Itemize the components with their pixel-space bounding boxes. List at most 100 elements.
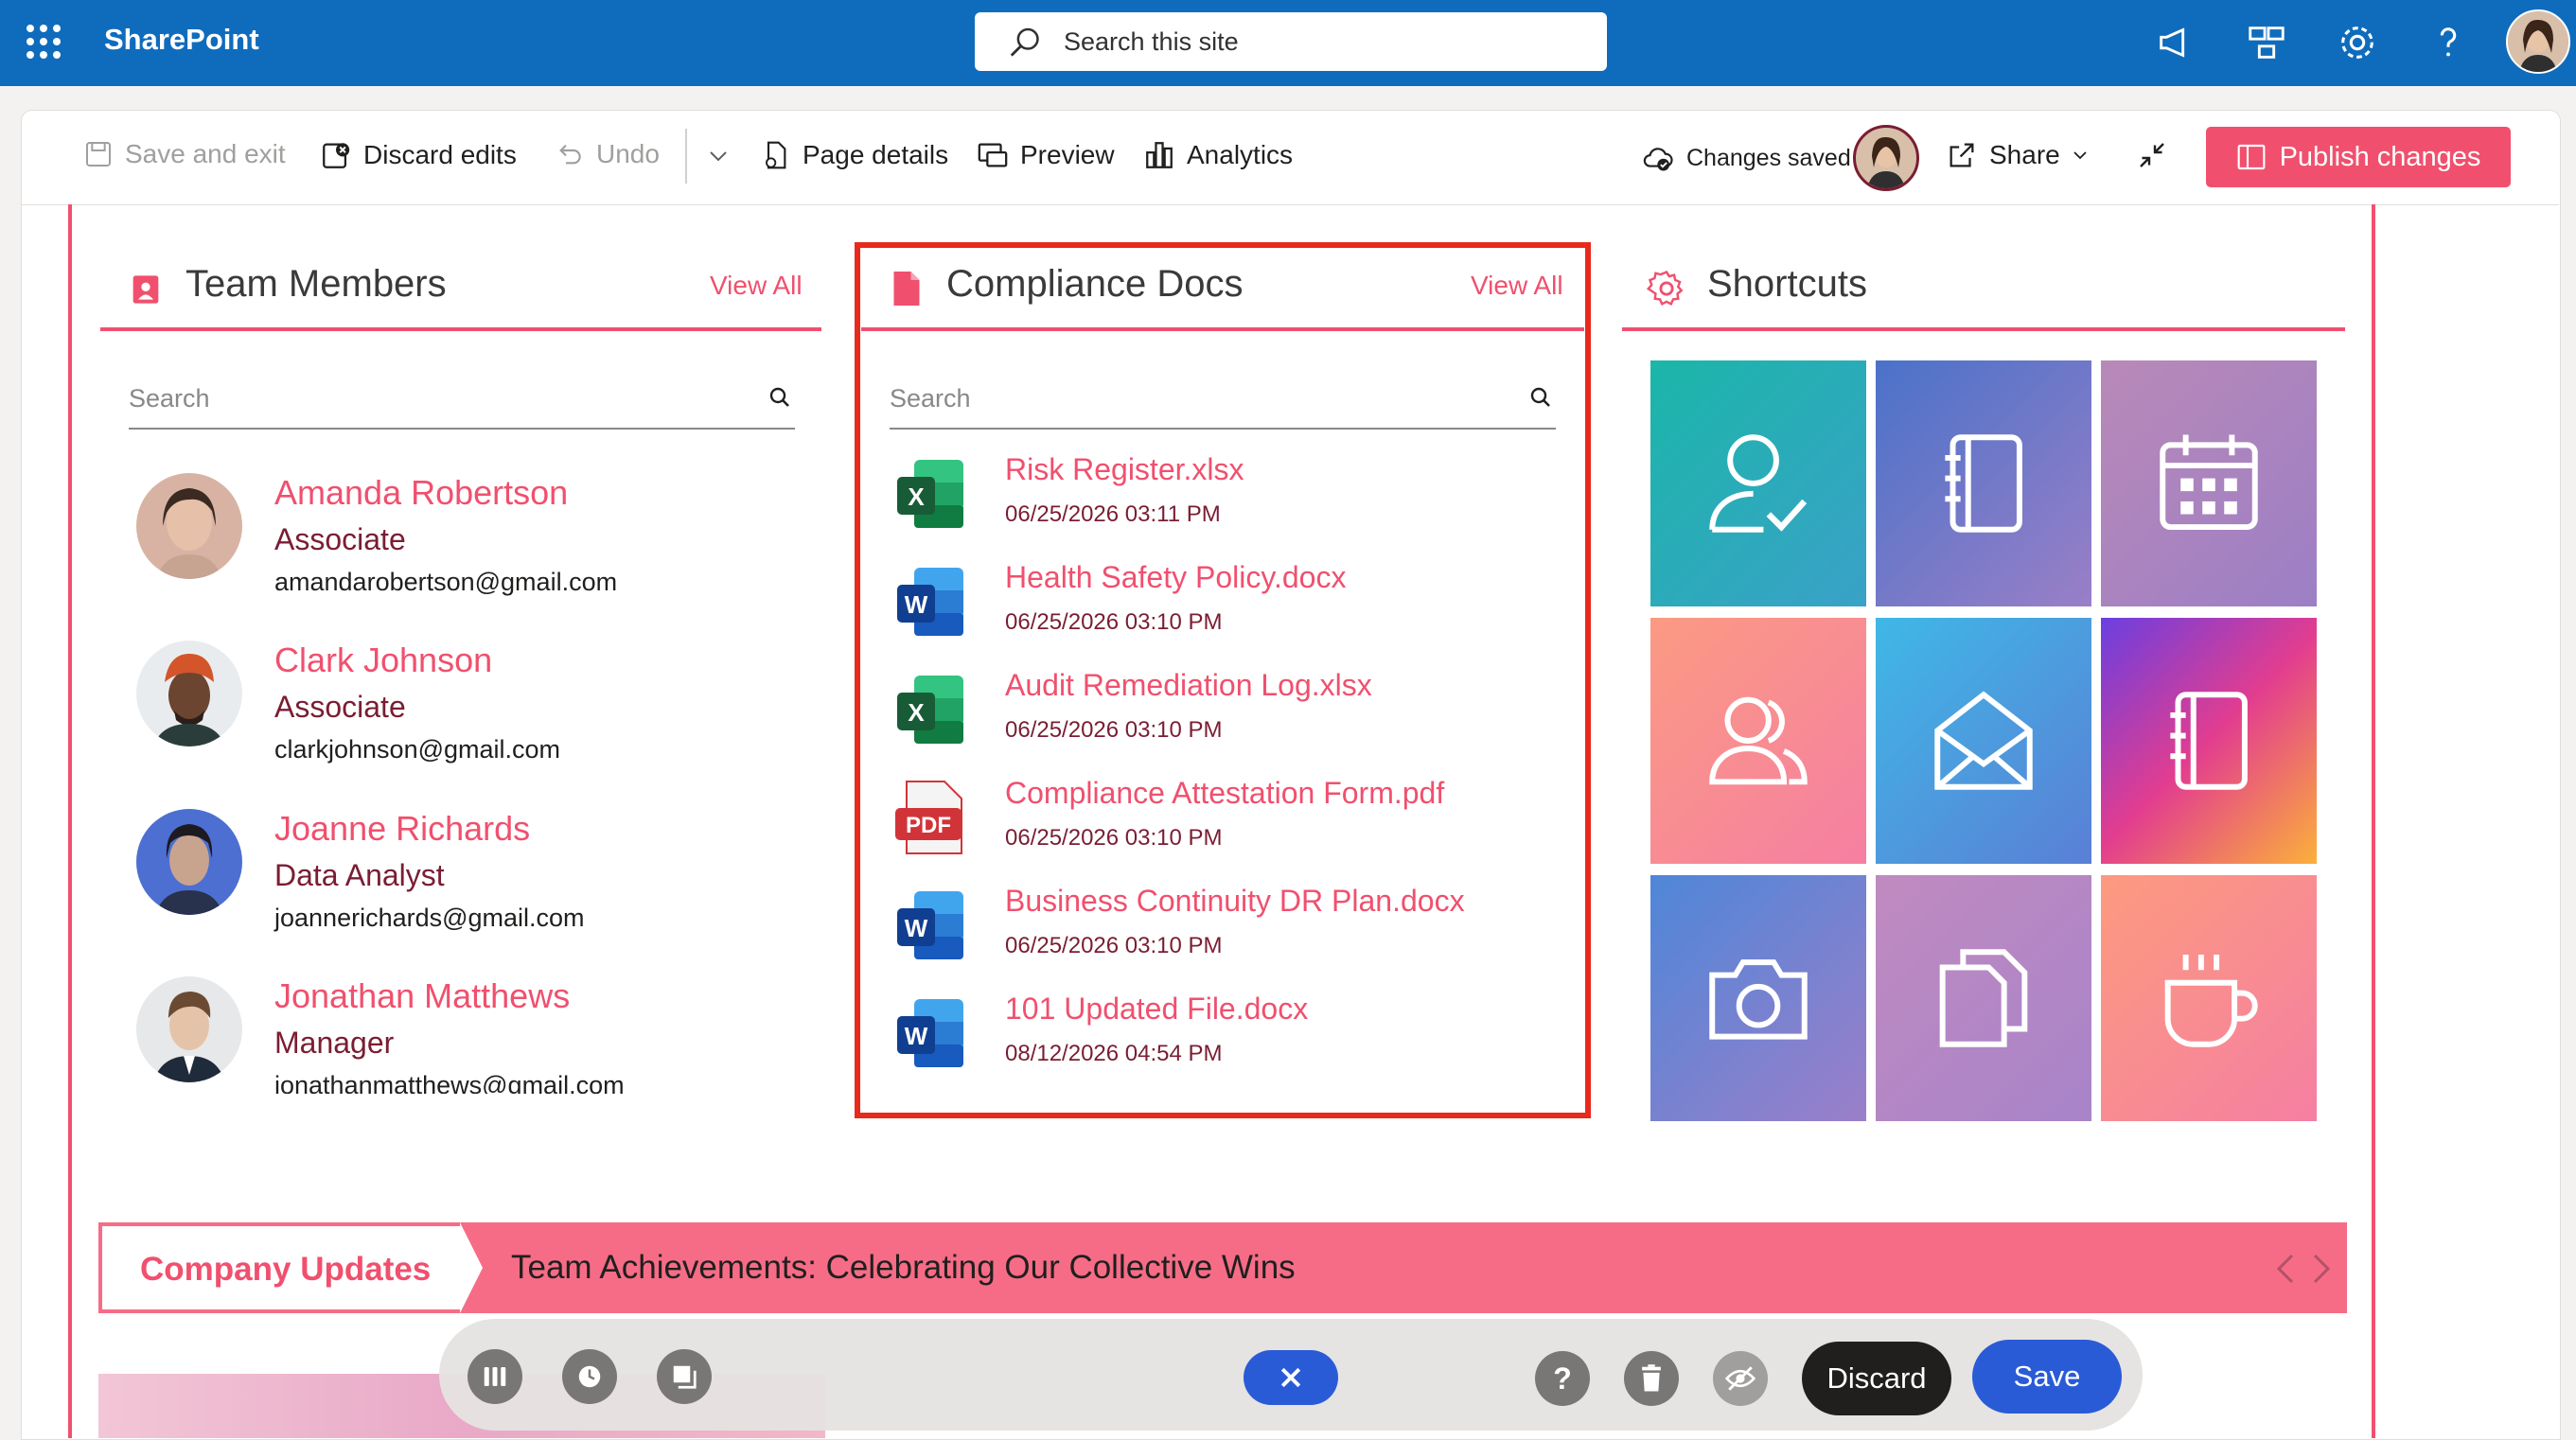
svg-text:W: W xyxy=(905,590,928,619)
document-date: 06/25/2026 03:10 PM xyxy=(1005,717,1223,743)
team-member-card[interactable]: Joanne Richards Data Analyst joannericha… xyxy=(132,809,806,970)
shortcut-tile-coffee[interactable] xyxy=(2101,875,2317,1121)
company-updates-label: Company Updates xyxy=(140,1251,432,1288)
camera-icon xyxy=(1709,959,1808,1040)
excel-file-icon: X xyxy=(897,676,963,744)
team-search-underline xyxy=(129,428,795,430)
shortcut-tile-camera[interactable] xyxy=(1650,875,1866,1121)
analytics-button[interactable]: Analytics xyxy=(1143,139,1293,171)
document-item[interactable]: X Risk Register.xlsx 06/25/2026 03:11 PM xyxy=(893,452,1556,564)
changes-saved-label: Changes saved xyxy=(1686,144,1851,171)
member-photo xyxy=(136,809,242,915)
mail-icon xyxy=(1934,691,2033,790)
help-icon[interactable] xyxy=(2426,21,2470,64)
shortcuts-title: Shortcuts xyxy=(1707,263,1867,305)
discard-button[interactable]: Discard xyxy=(1802,1342,1951,1415)
site-search-box[interactable]: Search this site xyxy=(975,12,1607,71)
layers-button[interactable] xyxy=(657,1349,712,1404)
member-photo xyxy=(136,473,242,579)
hide-button[interactable] xyxy=(1713,1351,1768,1406)
team-member-card[interactable]: Jonathan Matthews Manager jonathanmatthe… xyxy=(132,976,806,1094)
collapse-icon[interactable] xyxy=(2135,138,2169,172)
document-item[interactable]: W Health Safety Policy.docx 06/25/2026 0… xyxy=(893,560,1556,672)
save-button[interactable]: Save xyxy=(1972,1340,2122,1414)
shortcut-tile-users[interactable] xyxy=(1650,618,1866,864)
undo-button[interactable]: Undo xyxy=(555,139,660,169)
editor-avatar[interactable] xyxy=(1853,125,1919,191)
document-name[interactable]: Risk Register.xlsx xyxy=(1005,452,1244,487)
document-name[interactable]: Compliance Attestation Form.pdf xyxy=(1005,776,1444,811)
history-button[interactable] xyxy=(562,1349,617,1404)
app-brand[interactable]: SharePoint xyxy=(104,23,259,57)
document-date: 06/25/2026 03:11 PM xyxy=(1005,501,1221,527)
close-icon xyxy=(1280,1367,1301,1388)
discard-edits-button[interactable]: Discard edits xyxy=(320,139,517,171)
toolbar-help-button[interactable]: ? xyxy=(1535,1351,1590,1406)
document-item[interactable]: PDF Compliance Attestation Form.pdf 06/2… xyxy=(893,776,1556,887)
team-members-underline xyxy=(100,327,821,331)
document-name[interactable]: Health Safety Policy.docx xyxy=(1005,560,1346,595)
delete-button[interactable] xyxy=(1624,1351,1679,1406)
shortcut-tile-calendar[interactable] xyxy=(2101,360,2317,606)
docs-search-icon[interactable] xyxy=(1529,386,1552,409)
chevron-down-icon[interactable] xyxy=(708,149,729,163)
docs-search-input[interactable]: Search xyxy=(890,384,971,413)
document-name[interactable]: 101 Updated File.docx xyxy=(1005,992,1308,1027)
connections-icon[interactable] xyxy=(2245,21,2288,64)
close-toolbar-button[interactable] xyxy=(1244,1350,1338,1405)
ticker-prev-icon[interactable] xyxy=(2275,1253,2296,1285)
analytics-icon xyxy=(1146,142,1173,168)
team-search-input[interactable]: Search xyxy=(129,384,210,413)
member-email: jonathanmatthews@gmail.com xyxy=(274,1071,625,1094)
share-button[interactable]: Share xyxy=(1946,139,2089,171)
megaphone-icon[interactable] xyxy=(2154,21,2197,64)
member-name[interactable]: Clark Johnson xyxy=(274,641,492,680)
users-icon xyxy=(1709,696,1808,785)
shortcut-tile-mail[interactable] xyxy=(1876,618,2091,864)
document-date: 08/12/2026 04:54 PM xyxy=(1005,1041,1223,1066)
member-name[interactable]: Amanda Robertson xyxy=(274,473,568,513)
publish-changes-button[interactable]: Publish changes xyxy=(2206,127,2511,187)
team-members-list: Amanda Robertson Associate amandaroberts… xyxy=(117,445,806,1094)
team-member-card[interactable]: Amanda Robertson Associate amandaroberts… xyxy=(132,473,806,634)
ticker-next-icon[interactable] xyxy=(2311,1253,2332,1285)
compliance-docs-view-all[interactable]: View All xyxy=(1471,271,1563,301)
section-border-left xyxy=(68,204,72,1438)
document-item[interactable]: W Business Continuity DR Plan.docx 06/25… xyxy=(893,884,1556,995)
save-and-exit-button[interactable]: Save and exit xyxy=(83,139,286,169)
member-name[interactable]: Jonathan Matthews xyxy=(274,976,570,1016)
company-updates-headline[interactable]: Team Achievements: Celebrating Our Colle… xyxy=(511,1249,1296,1287)
document-icon xyxy=(893,272,920,306)
columns-button[interactable] xyxy=(468,1349,522,1404)
company-updates-label-box: Company Updates xyxy=(98,1222,464,1313)
eye-off-icon xyxy=(1724,1366,1756,1391)
page-details-icon xyxy=(766,141,786,169)
share-label: Share xyxy=(1989,140,2060,169)
document-item[interactable]: W 101 Updated File.docx 08/12/2026 04:54… xyxy=(893,992,1556,1103)
document-name[interactable]: Audit Remediation Log.xlsx xyxy=(1005,668,1372,703)
team-members-view-all[interactable]: View All xyxy=(710,271,803,301)
page-details-button[interactable]: Page details xyxy=(761,139,948,171)
excel-file-icon: X xyxy=(897,460,963,528)
layers-icon xyxy=(673,1365,697,1389)
shortcut-tile-documents[interactable] xyxy=(1876,875,2091,1121)
columns-icon xyxy=(484,1367,506,1386)
team-search-icon[interactable] xyxy=(768,386,791,409)
document-name[interactable]: Business Continuity DR Plan.docx xyxy=(1005,884,1465,919)
member-role: Data Analyst xyxy=(274,858,445,892)
svg-text:X: X xyxy=(908,483,925,511)
user-avatar[interactable] xyxy=(2506,9,2570,74)
page-details-label: Page details xyxy=(803,140,949,169)
team-member-card[interactable]: Clark Johnson Associate clarkjohnson@gma… xyxy=(132,641,806,801)
documents-icon xyxy=(1939,949,2028,1047)
app-launcher-icon[interactable] xyxy=(26,25,61,59)
shortcut-tile-notebook-2[interactable] xyxy=(2101,618,2317,864)
shortcut-tile-notebook[interactable] xyxy=(1876,360,2091,606)
word-file-icon: W xyxy=(897,891,963,959)
member-name[interactable]: Joanne Richards xyxy=(274,809,530,849)
preview-button[interactable]: Preview xyxy=(977,139,1115,171)
svg-text:W: W xyxy=(905,914,928,942)
document-item[interactable]: X Audit Remediation Log.xlsx 06/25/2026 … xyxy=(893,668,1556,780)
shortcut-tile-user-check[interactable] xyxy=(1650,360,1866,606)
settings-gear-icon[interactable] xyxy=(2336,21,2379,64)
